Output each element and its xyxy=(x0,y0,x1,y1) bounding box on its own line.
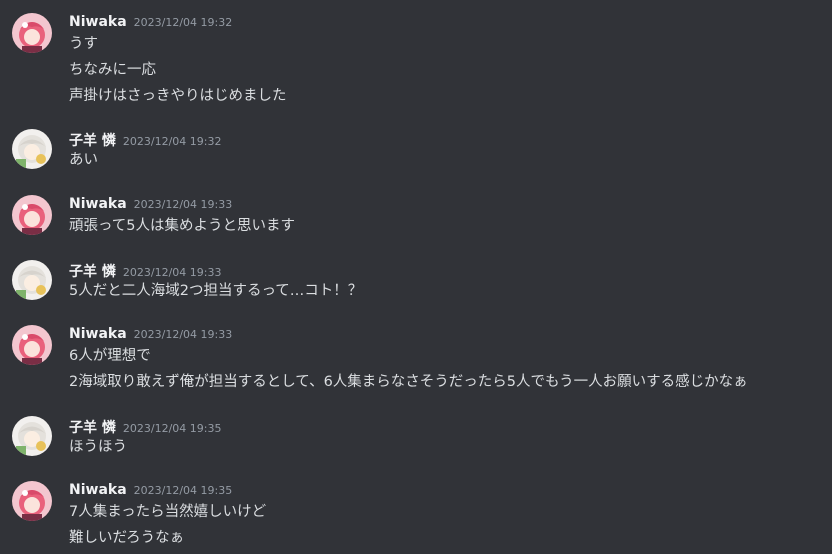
avatar-niwaka[interactable] xyxy=(12,13,52,53)
username[interactable]: 子羊 憐 xyxy=(69,261,116,281)
timestamp: 2023/12/04 19:32 xyxy=(133,16,233,29)
message-text: ほうほう xyxy=(69,439,127,455)
timestamp: 2023/12/04 19:32 xyxy=(122,135,222,148)
username[interactable]: 子羊 憐 xyxy=(69,130,116,150)
username[interactable]: 子羊 憐 xyxy=(69,417,116,437)
message-text: うす xyxy=(69,36,98,52)
username[interactable]: Niwaka xyxy=(69,326,127,342)
niwaka-avatar-icon xyxy=(12,13,52,53)
timestamp: 2023/12/04 19:35 xyxy=(122,422,222,435)
niwaka-avatar-icon xyxy=(12,481,52,521)
niwaka-avatar-icon xyxy=(12,195,52,235)
kohitsuji-avatar-icon xyxy=(12,260,52,300)
timestamp: 2023/12/04 19:33 xyxy=(133,198,233,211)
avatar-niwaka[interactable] xyxy=(12,481,52,521)
message-text: ちなみに一応 xyxy=(69,62,156,78)
avatar-niwaka[interactable] xyxy=(12,195,52,235)
message-text: あい xyxy=(69,152,98,168)
username[interactable]: Niwaka xyxy=(69,482,127,498)
avatar-niwaka[interactable] xyxy=(12,325,52,365)
kohitsuji-avatar-icon xyxy=(12,416,52,456)
message-text: 難しいだろうなぁ xyxy=(69,530,185,546)
timestamp: 2023/12/04 19:33 xyxy=(133,328,233,341)
avatar-kohitsuji[interactable] xyxy=(12,260,52,300)
message-text: 頑張って5人は集めようと思います xyxy=(69,218,295,234)
chat-message-list: Niwaka 2023/12/04 19:32 うす ちなみに一応 声掛けはさっ… xyxy=(0,0,832,554)
avatar-kohitsuji[interactable] xyxy=(12,416,52,456)
username[interactable]: Niwaka xyxy=(69,196,127,212)
message-text: 5人だと二人海域2つ担当するって…コト！？ xyxy=(69,283,363,299)
message-text: 7人集まったら当然嬉しいけど xyxy=(69,504,267,520)
timestamp: 2023/12/04 19:35 xyxy=(133,484,233,497)
message-text: 2海域取り敢えず俺が担当するとして、6人集まらなさそうだったら5人でもう一人お願… xyxy=(69,374,748,390)
message-text: 声掛けはさっきやりはじめました xyxy=(69,88,287,104)
message-text: 6人が理想で xyxy=(69,348,151,364)
timestamp: 2023/12/04 19:33 xyxy=(122,266,222,279)
niwaka-avatar-icon xyxy=(12,325,52,365)
kohitsuji-avatar-icon xyxy=(12,129,52,169)
avatar-kohitsuji[interactable] xyxy=(12,129,52,169)
username[interactable]: Niwaka xyxy=(69,14,127,30)
